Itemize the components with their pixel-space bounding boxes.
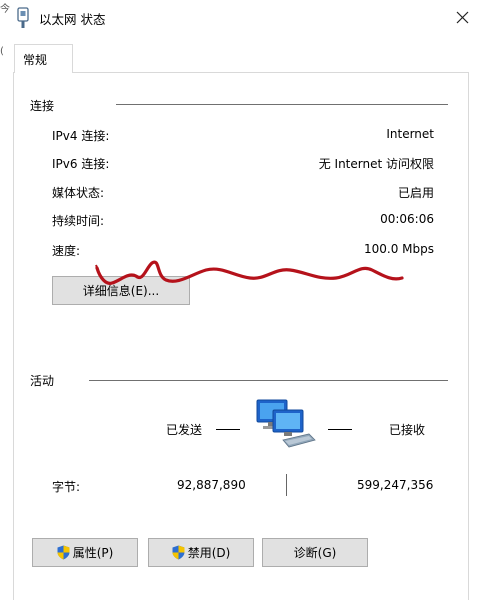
close-icon	[456, 11, 468, 23]
network-adapter-icon	[17, 7, 29, 28]
sent-label: 已发送	[166, 423, 203, 437]
media-state-value: 已启用	[397, 186, 434, 200]
properties-button[interactable]: 属性(P)	[32, 538, 138, 567]
details-button[interactable]: 详细信息(E)...	[52, 276, 190, 305]
ipv4-label: IPv4 连接:	[52, 129, 110, 143]
connection-heading: 连接	[30, 99, 55, 113]
received-dash	[328, 429, 352, 430]
details-button-label: 详细信息(E)...	[82, 284, 160, 298]
edge-text-fragment: 今	[0, 4, 10, 15]
bytes-separator	[286, 474, 287, 496]
diagnose-button-label: 诊断(G)	[293, 546, 337, 560]
received-label: 已接收	[389, 423, 426, 437]
speed-value: 100.0 Mbps	[363, 242, 434, 256]
speed-label: 速度:	[52, 244, 81, 258]
tab-panel	[13, 72, 469, 600]
connection-divider	[116, 104, 448, 105]
disable-button[interactable]: 禁用(D)	[148, 538, 254, 567]
close-button[interactable]	[448, 4, 476, 30]
duration-label: 持续时间:	[52, 214, 105, 228]
bytes-received-value: 599,247,356	[357, 478, 434, 492]
duration-value: 00:06:06	[380, 212, 434, 226]
tab-general[interactable]: 常规	[14, 44, 73, 73]
edge-text-fragment: (	[0, 46, 4, 57]
media-state-label: 媒体状态:	[52, 186, 105, 200]
uac-shield-icon	[57, 545, 70, 560]
ipv4-value: Internet	[386, 127, 434, 141]
ipv6-label: IPv6 连接:	[52, 157, 110, 171]
window-title: 以太网 状态	[39, 12, 106, 27]
bytes-sent-value: 92,887,890	[177, 478, 246, 492]
network-computers-icon	[256, 399, 316, 448]
activity-divider	[89, 380, 448, 381]
title-bar: 今 以太网 状态	[0, 0, 483, 34]
tab-general-label: 常规	[23, 53, 48, 67]
sent-dash	[216, 429, 240, 430]
ipv6-value: 无 Internet 访问权限	[318, 157, 434, 171]
diagnose-button[interactable]: 诊断(G)	[262, 538, 368, 567]
bytes-label: 字节:	[52, 480, 81, 494]
properties-button-label: 属性(P)	[72, 546, 114, 560]
uac-shield-icon	[172, 545, 185, 560]
activity-heading: 活动	[30, 374, 55, 388]
disable-button-label: 禁用(D)	[187, 546, 231, 560]
